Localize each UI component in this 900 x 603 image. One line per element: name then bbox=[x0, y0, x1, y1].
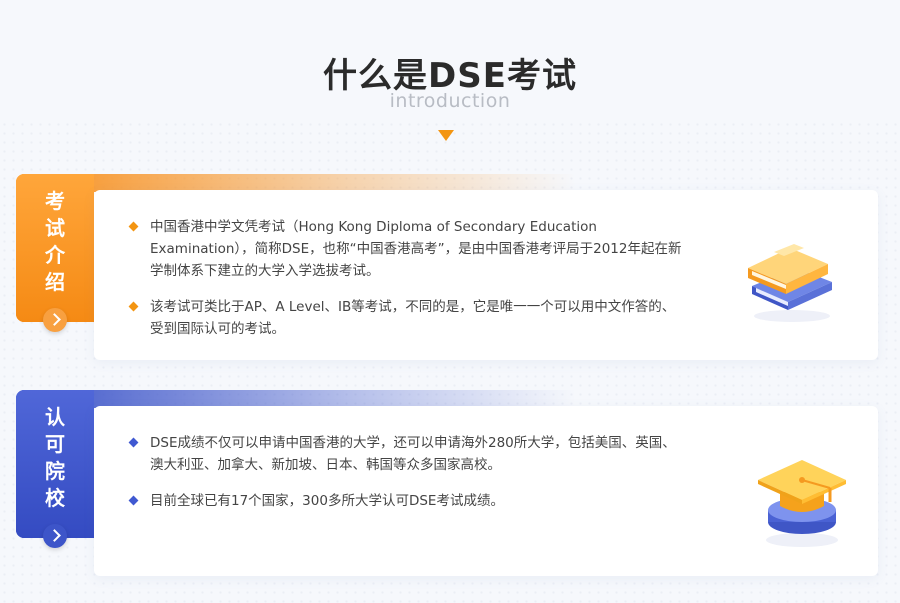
list-item: DSE成绩不仅可以申请中国香港的大学，还可以申请海外280所大学，包括美国、英国… bbox=[128, 432, 688, 476]
list-item: 该考试可类比于AP、A Level、IB等考试，不同的是，它是唯一一个可以用中文… bbox=[128, 296, 688, 340]
section-exam-intro: 考 试 介 绍 中国香港中学文凭考试（Hong Kong Diploma of … bbox=[16, 174, 886, 364]
section-tab: 考 试 介 绍 bbox=[16, 174, 94, 322]
section-tab: 认 可 院 校 bbox=[16, 390, 94, 538]
books-icon bbox=[748, 244, 832, 322]
diamond-bullet-icon bbox=[128, 221, 139, 232]
chevron-right-button[interactable] bbox=[43, 308, 67, 332]
diamond-bullet-icon bbox=[128, 495, 139, 506]
section-recognized-schools: 认 可 院 校 DSE成绩不仅可以申请中国香港的大学，还可以申请海外280所大学… bbox=[16, 390, 886, 580]
diamond-bullet-icon bbox=[128, 437, 139, 448]
triangle-down-icon bbox=[438, 130, 454, 141]
diamond-bullet-icon bbox=[128, 301, 139, 312]
tab-label: 认 可 院 校 bbox=[45, 405, 65, 510]
tab-label: 考 试 介 绍 bbox=[45, 189, 65, 294]
chevron-right-button[interactable] bbox=[43, 524, 67, 548]
content-card: 中国香港中学文凭考试（Hong Kong Diploma of Secondar… bbox=[94, 190, 878, 360]
content-card: DSE成绩不仅可以申请中国香港的大学，还可以申请海外280所大学，包括美国、英国… bbox=[94, 406, 878, 576]
list-item: 目前全球已有17个国家，300多所大学认可DSE考试成绩。 bbox=[128, 490, 688, 512]
bullet-list: 中国香港中学文凭考试（Hong Kong Diploma of Secondar… bbox=[128, 216, 688, 354]
graduation-cap-icon bbox=[758, 460, 846, 547]
bullet-list: DSE成绩不仅可以申请中国香港的大学，还可以申请海外280所大学，包括美国、英国… bbox=[128, 432, 688, 526]
list-item: 中国香港中学文凭考试（Hong Kong Diploma of Secondar… bbox=[128, 216, 688, 282]
page-subtitle: introduction bbox=[389, 90, 511, 112]
